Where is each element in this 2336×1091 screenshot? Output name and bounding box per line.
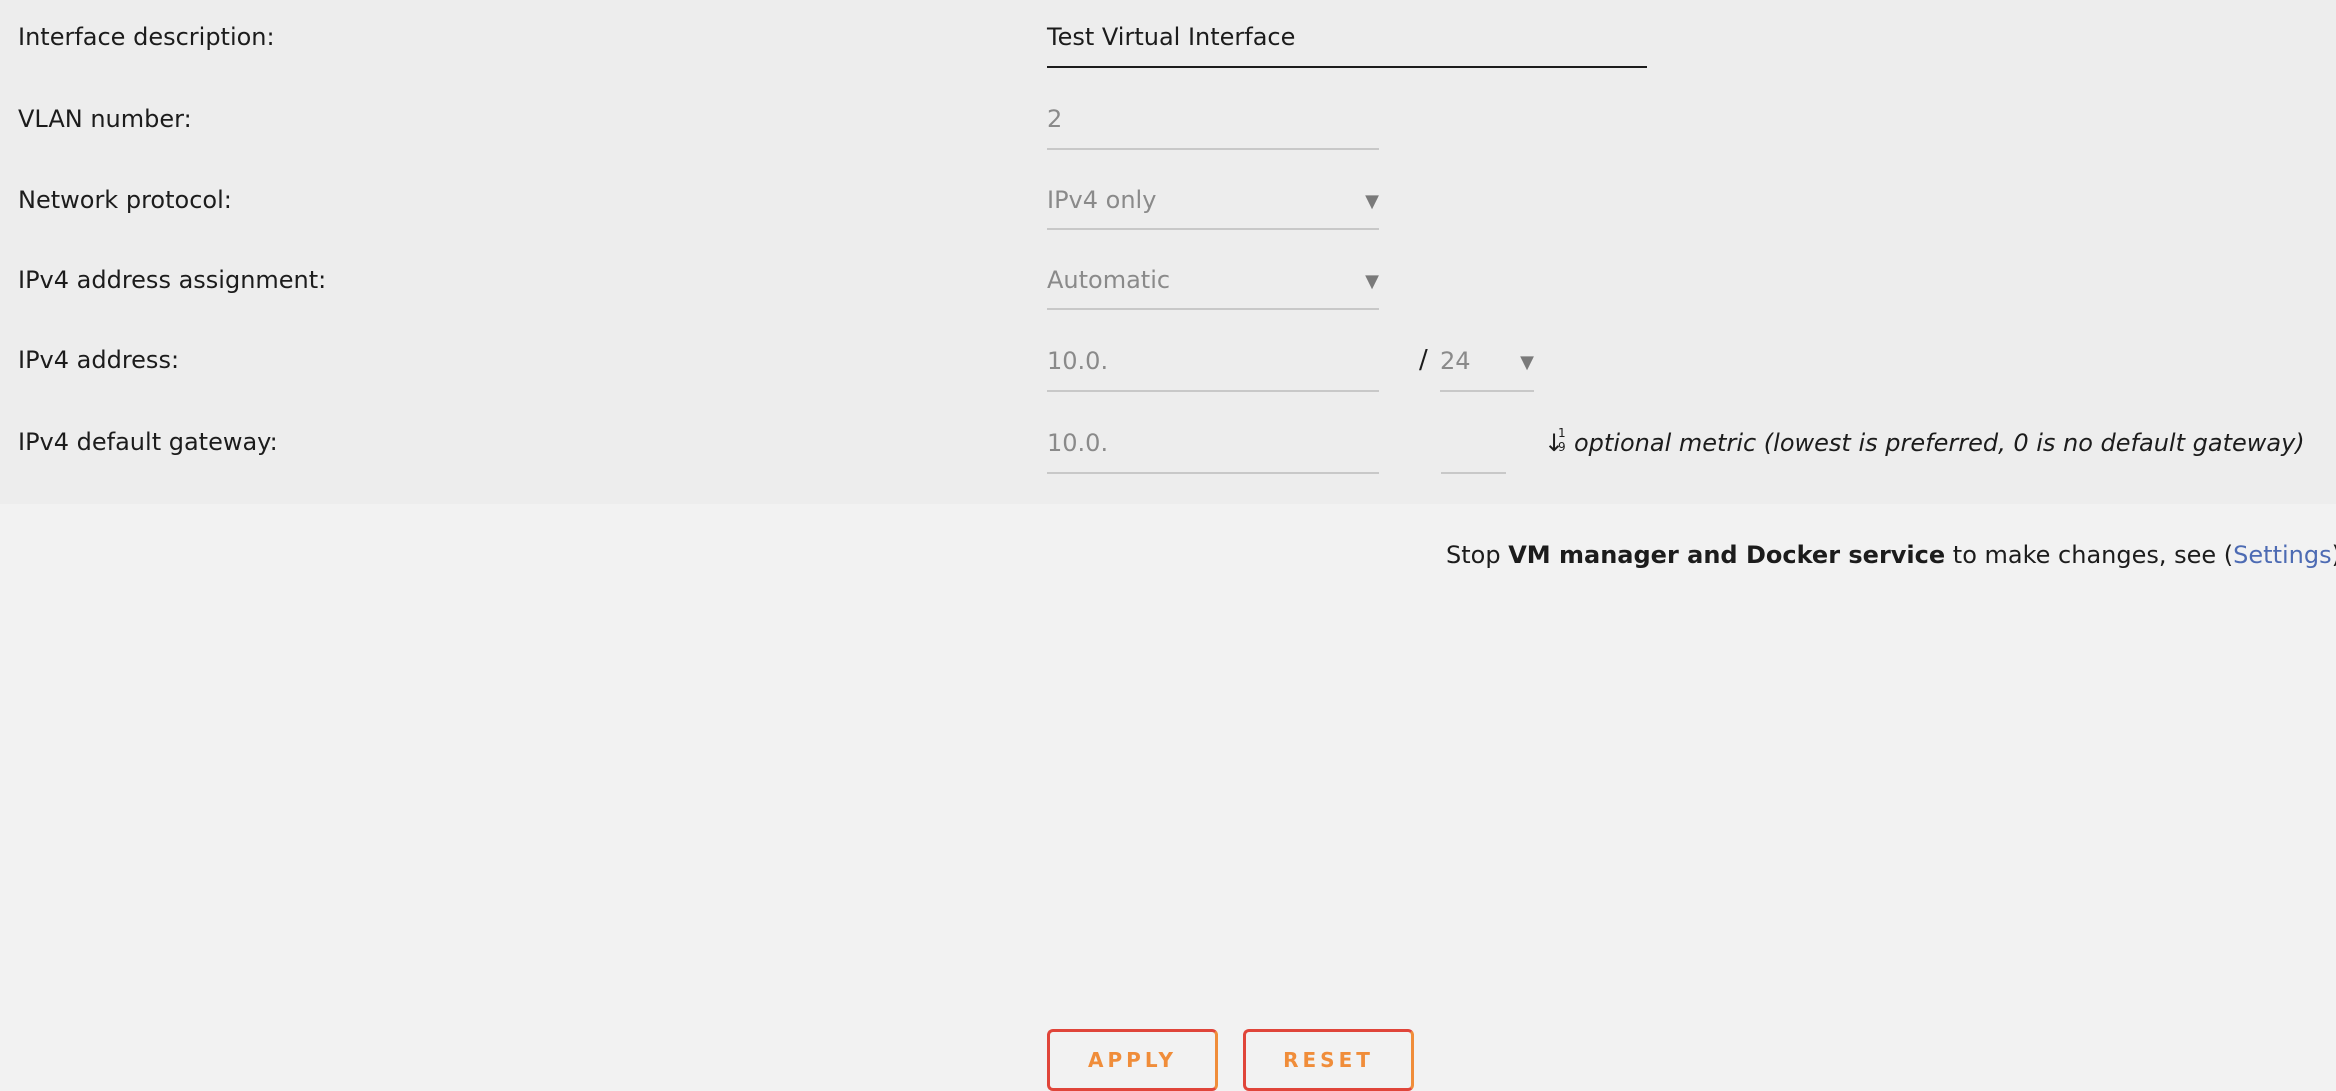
notice-middle: to make changes, see ( — [1945, 541, 2234, 569]
ipv4-assignment-select[interactable]: Automatic ▼ — [1047, 265, 1379, 310]
ipv4-address-input[interactable]: 10.0. — [1047, 346, 1379, 392]
notice-suffix: ) — [2332, 541, 2336, 569]
ipv4-address-label: IPv4 address: — [18, 346, 180, 374]
form-footer: APPLY RESET Stop VM manager and Docker s… — [0, 504, 2336, 1091]
settings-panel: Interface description: Test Virtual Inte… — [0, 0, 2336, 504]
metric-icon-bottom-digit: 9 — [1558, 440, 1566, 454]
network-protocol-value: IPv4 only — [1047, 186, 1157, 214]
apply-button[interactable]: APPLY — [1047, 1029, 1218, 1091]
interface-description-value: Test Virtual Interface — [1047, 23, 1296, 51]
change-notice: Stop VM manager and Docker service to ma… — [1446, 540, 2336, 570]
settings-link[interactable]: Settings — [2233, 541, 2331, 569]
sort-numeric-down-icon: ↓ 1 9 — [1544, 426, 1566, 457]
metric-hint: optional metric (lowest is preferred, 0 … — [1574, 429, 2305, 457]
interface-description-input[interactable]: Test Virtual Interface — [1047, 22, 1647, 68]
vlan-number-input[interactable]: 2 — [1047, 104, 1379, 150]
network-protocol-label: Network protocol: — [18, 186, 232, 214]
vlan-number-label: VLAN number: — [18, 105, 192, 133]
notice-prefix: Stop — [1446, 541, 1509, 569]
network-protocol-select[interactable]: IPv4 only ▼ — [1047, 185, 1379, 230]
gateway-metric-input[interactable] — [1441, 428, 1506, 474]
ipv4-gateway-input[interactable]: 10.0. — [1047, 428, 1379, 474]
ipv4-assignment-value: Automatic — [1047, 266, 1171, 294]
dropdown-arrow-icon: ▼ — [1365, 271, 1379, 292]
reset-button[interactable]: RESET — [1243, 1029, 1414, 1091]
ipv4-gateway-label: IPv4 default gateway: — [18, 428, 278, 456]
ipv4-prefix-select[interactable]: 24 ▼ — [1440, 346, 1534, 392]
dropdown-arrow-icon: ▼ — [1365, 191, 1379, 212]
prefix-separator: / — [1419, 345, 1428, 375]
ipv4-gateway-value: 10.0. — [1047, 429, 1109, 457]
ipv4-address-value: 10.0. — [1047, 347, 1109, 375]
dropdown-arrow-icon: ▼ — [1520, 352, 1534, 373]
ipv4-prefix-value: 24 — [1440, 347, 1471, 375]
ipv4-assignment-label: IPv4 address assignment: — [18, 266, 327, 294]
vlan-number-value: 2 — [1047, 105, 1063, 133]
notice-services: VM manager and Docker service — [1508, 541, 1946, 569]
interface-description-label: Interface description: — [18, 23, 275, 51]
metric-icon-top-digit: 1 — [1558, 426, 1566, 440]
